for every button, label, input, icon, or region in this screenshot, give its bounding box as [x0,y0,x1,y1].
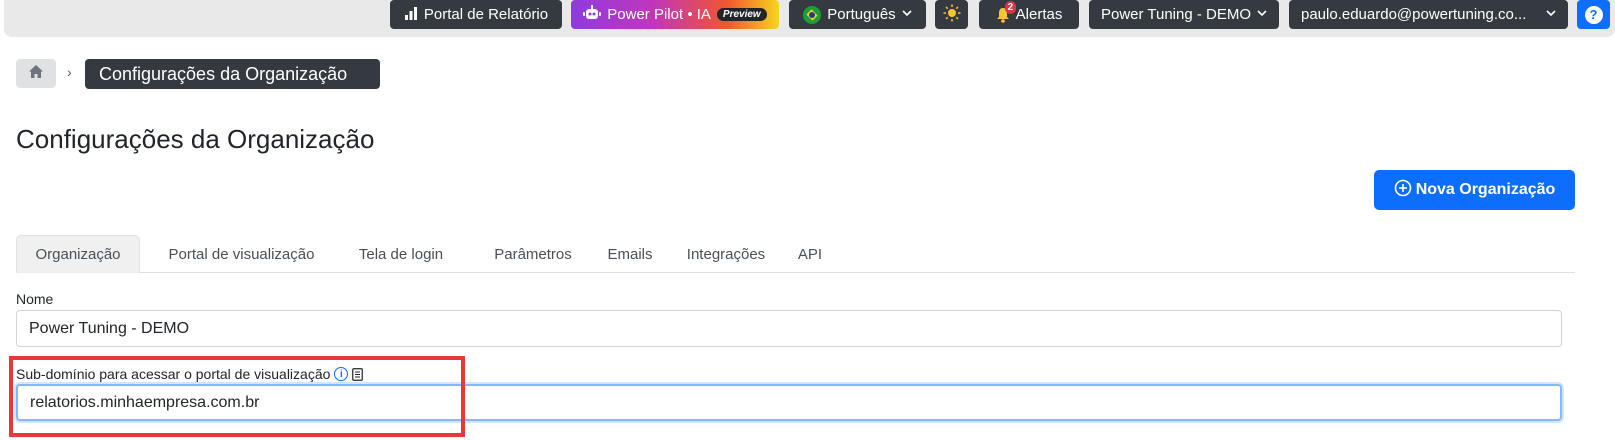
name-field-label: Nome [16,291,54,307]
document-icon[interactable] [352,367,364,381]
settings-tabs: Organização Portal de visualização Tela … [16,235,1575,273]
breadcrumb-home-button[interactable] [16,59,56,88]
tab-organizacao[interactable]: Organização [16,235,140,273]
home-icon [28,64,44,84]
new-organization-button[interactable]: Nova Organização [1374,170,1575,210]
tab-parametros[interactable]: Parâmetros [475,235,591,273]
chevron-down-icon [1546,8,1556,20]
info-icon[interactable]: i [334,367,349,381]
chevron-down-icon [1257,8,1267,20]
subdomain-field[interactable] [16,384,1562,421]
tab-api[interactable]: API [792,235,828,273]
name-field[interactable] [16,310,1562,347]
page-title: Configurações da Organização [16,124,375,154]
theme-toggle-button[interactable] [935,0,968,29]
chevron-down-icon [902,8,912,20]
sun-icon [943,4,961,26]
tab-emails[interactable]: Emails [599,235,661,273]
report-portal-label: Portal de Relatório [423,6,549,23]
report-portal-button[interactable]: Portal de Relatório [390,0,562,29]
organization-label: Power Tuning - DEMO [1100,6,1252,23]
power-pilot-label: Power Pilot • IA [607,6,711,23]
organization-dropdown[interactable]: Power Tuning - DEMO [1089,0,1279,29]
alerts-count-badge: 2 [1004,0,1017,14]
new-organization-label: Nova Organização [1415,181,1556,198]
question-icon: ? [1584,5,1603,24]
plus-circle-icon [1394,179,1412,202]
robot-icon [583,4,602,25]
breadcrumb-current: Configurações da Organização [85,59,380,89]
user-email: paulo.eduardo@powertuning.co... [1301,6,1527,23]
user-dropdown[interactable]: paulo.eduardo@powertuning.co... [1289,0,1568,29]
alerts-label: Alertas [1015,6,1063,23]
top-navbar: Portal de Relatório Power Pilot • IA Pre… [4,0,1615,37]
language-dropdown[interactable]: Português [789,0,926,29]
tab-tela-login[interactable]: Tela de login [343,235,459,273]
alerts-button[interactable]: 2 Alertas [979,0,1079,29]
help-button[interactable]: ? [1577,0,1610,29]
subdomain-field-label-row: Sub-domínio para acessar o portal de vis… [16,366,364,382]
breadcrumb-separator: › [67,64,72,80]
bar-chart-icon [404,6,418,24]
power-pilot-button[interactable]: Power Pilot • IA Preview [571,0,779,29]
language-label: Português [827,6,896,23]
preview-badge: Preview [716,8,767,21]
bell-icon: 2 [996,0,1017,23]
subdomain-field-label: Sub-domínio para acessar o portal de vis… [16,366,331,382]
tab-portal-visualizacao[interactable]: Portal de visualização [157,235,326,273]
tab-integracoes[interactable]: Integrações [677,235,775,273]
brazil-flag-icon [803,5,822,24]
